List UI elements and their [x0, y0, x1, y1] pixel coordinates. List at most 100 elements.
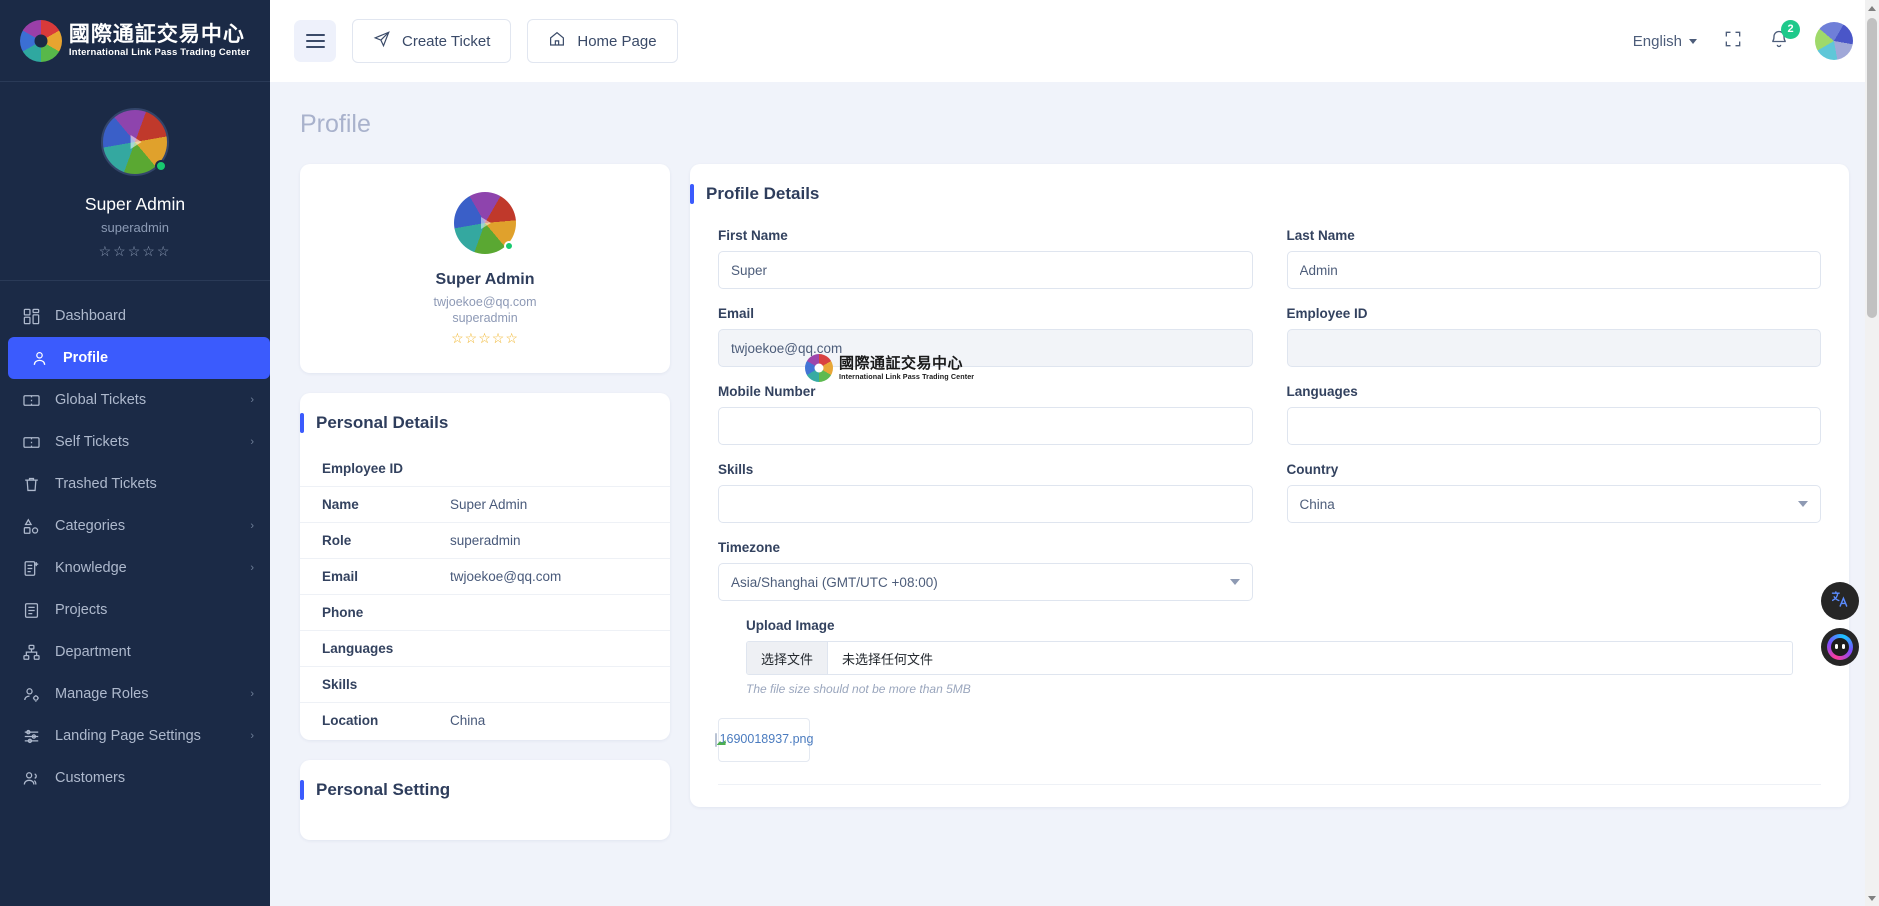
row-value: China: [450, 713, 486, 728]
first-name-label: First Name: [718, 228, 788, 243]
sidebar-item-global-tickets[interactable]: Global Tickets ›: [0, 379, 270, 421]
brand-logo: 國際通証交易中心 International Link Pass Trading…: [19, 19, 250, 62]
personal-details-list: Employee ID Name Super Admin Role supera…: [300, 451, 670, 740]
home-page-label: Home Page: [577, 32, 657, 50]
topbar: Create Ticket Home Page English 2: [270, 0, 1879, 82]
chevron-right-icon: ›: [250, 436, 254, 448]
sidebar-rating-stars: ☆☆☆☆☆: [98, 243, 172, 259]
user-avatar-button[interactable]: [1815, 22, 1853, 60]
personal-setting-header: Personal Setting: [300, 760, 670, 840]
sidebar-item-label: Projects: [55, 602, 108, 618]
uploaded-image-filename: 1690018937.png: [719, 732, 814, 747]
sidebar-item-department[interactable]: Department: [0, 631, 270, 673]
personal-details-card: Personal Details Employee ID Name Super …: [300, 393, 670, 740]
sidebar-item-label: Self Tickets: [55, 434, 130, 450]
sidebar-item-dashboard[interactable]: Dashboard: [0, 295, 270, 337]
row-key: Role: [322, 533, 352, 548]
country-label: Country: [1286, 462, 1339, 477]
sidebar-item-profile[interactable]: Profile: [8, 337, 270, 379]
row-key: Languages: [322, 641, 394, 656]
sidebar-item-label: Global Tickets: [55, 392, 147, 408]
app-root: 國際通証交易中心 International Link Pass Trading…: [0, 0, 1879, 906]
sidebar-item-label: Manage Roles: [55, 686, 149, 702]
broken-image-icon: [714, 733, 717, 747]
sidebar-item-knowledge[interactable]: Knowledge ›: [0, 547, 270, 589]
sidebar-item-projects[interactable]: Projects: [0, 589, 270, 631]
profile-details-form: First Name Last Name Email: [690, 222, 1849, 696]
left-column: Super Admin twjoekoe@qq.com superadmin ☆…: [300, 164, 670, 840]
sidebar: 國際通証交易中心 International Link Pass Trading…: [0, 0, 270, 906]
timezone-label: Timezone: [718, 540, 781, 555]
sidebar-avatar-wrap[interactable]: [101, 108, 169, 176]
sidebar-item-customers[interactable]: Customers: [0, 757, 270, 799]
employee-id-input[interactable]: [1286, 329, 1821, 367]
sidebar-item-self-tickets[interactable]: Self Tickets ›: [0, 421, 270, 463]
timezone-selected-value: Asia/Shanghai (GMT/UTC +08:00): [731, 574, 938, 590]
languages-input[interactable]: [1286, 407, 1821, 445]
field-timezone: Timezone Asia/Shanghai (GMT/UTC +08:00): [718, 540, 1253, 601]
field-skills: Skills: [718, 462, 1253, 523]
scroll-down-arrow-icon[interactable]: [1865, 890, 1879, 906]
field-last-name: Last Name: [1286, 228, 1821, 289]
form-divider: [718, 784, 1821, 785]
first-name-input[interactable]: [718, 251, 1253, 289]
last-name-input[interactable]: [1286, 251, 1821, 289]
sidebar-user-name: Super Admin: [84, 194, 186, 214]
trash-icon: [22, 475, 41, 494]
mobile-number-input[interactable]: [718, 407, 1253, 445]
accent-bar: [300, 780, 304, 800]
table-row: Location China: [300, 702, 670, 738]
uploaded-image-thumbnail[interactable]: 1690018937.png: [714, 718, 813, 762]
send-icon: [373, 30, 391, 52]
field-languages: Languages: [1286, 384, 1821, 445]
sidebar-item-categories[interactable]: Categories ›: [0, 505, 270, 547]
personal-setting-card: Personal Setting: [300, 760, 670, 840]
scroll-up-arrow-icon[interactable]: [1865, 0, 1879, 16]
sidebar-item-label: Trashed Tickets: [55, 476, 157, 492]
scrollbar-thumb[interactable]: [1867, 18, 1877, 318]
language-selector[interactable]: English: [1633, 33, 1697, 50]
skills-input[interactable]: [718, 485, 1253, 523]
file-input[interactable]: 选择文件 未选择任何文件: [746, 641, 1793, 675]
fullscreen-button[interactable]: [1723, 29, 1743, 54]
language-label: English: [1632, 32, 1682, 50]
home-page-button[interactable]: Home Page: [527, 19, 678, 63]
row-key: Employee ID: [322, 461, 404, 476]
chat-bot-button[interactable]: [1821, 628, 1859, 666]
mobile-number-label: Mobile Number: [718, 384, 816, 399]
translate-button[interactable]: [1821, 582, 1859, 620]
country-select[interactable]: China: [1286, 485, 1821, 523]
vertical-scrollbar[interactable]: [1865, 0, 1879, 906]
field-mobile-number: Mobile Number: [718, 384, 1253, 445]
choose-file-button[interactable]: 选择文件: [747, 642, 829, 674]
online-status-dot: [155, 160, 167, 172]
chevron-down-icon: [1798, 501, 1808, 507]
last-name-label: Last Name: [1286, 228, 1355, 243]
email-input[interactable]: [718, 329, 1253, 367]
notifications-button[interactable]: 2: [1769, 19, 1800, 54]
sidebar-item-manage-roles[interactable]: Manage Roles ›: [0, 673, 270, 715]
profile-avatar-wrap[interactable]: [454, 192, 516, 254]
brand-header[interactable]: 國際通証交易中心 International Link Pass Trading…: [0, 0, 270, 82]
table-row: Employee ID: [300, 451, 670, 486]
sidebar-item-label: Customers: [55, 770, 126, 786]
chat-bot-icon: [1827, 634, 1853, 660]
uploaded-thumbnail-wrap: 1690018937.png: [690, 696, 1849, 762]
upload-image-label: Upload Image: [746, 618, 835, 633]
create-ticket-button[interactable]: Create Ticket: [352, 19, 512, 63]
skills-label: Skills: [718, 462, 754, 477]
table-row: Role superadmin: [300, 522, 670, 558]
sidebar-user-role: superadmin: [101, 220, 169, 235]
timezone-select[interactable]: Asia/Shanghai (GMT/UTC +08:00): [718, 563, 1253, 601]
hamburger-icon[interactable]: [294, 20, 336, 62]
email-label: Email: [718, 306, 755, 321]
floating-action-buttons: [1821, 582, 1859, 666]
doc-plus-icon: [22, 559, 41, 578]
chevron-right-icon: ›: [250, 688, 254, 700]
sidebar-item-landing-page-settings[interactable]: Landing Page Settings ›: [0, 715, 270, 757]
notification-count-badge: 2: [1781, 19, 1800, 39]
sidebar-item-trashed-tickets[interactable]: Trashed Tickets: [0, 463, 270, 505]
profile-details-card: Profile Details First Name Last Name: [690, 164, 1849, 807]
table-row: Languages: [300, 630, 670, 666]
row-key: Location: [322, 713, 379, 728]
